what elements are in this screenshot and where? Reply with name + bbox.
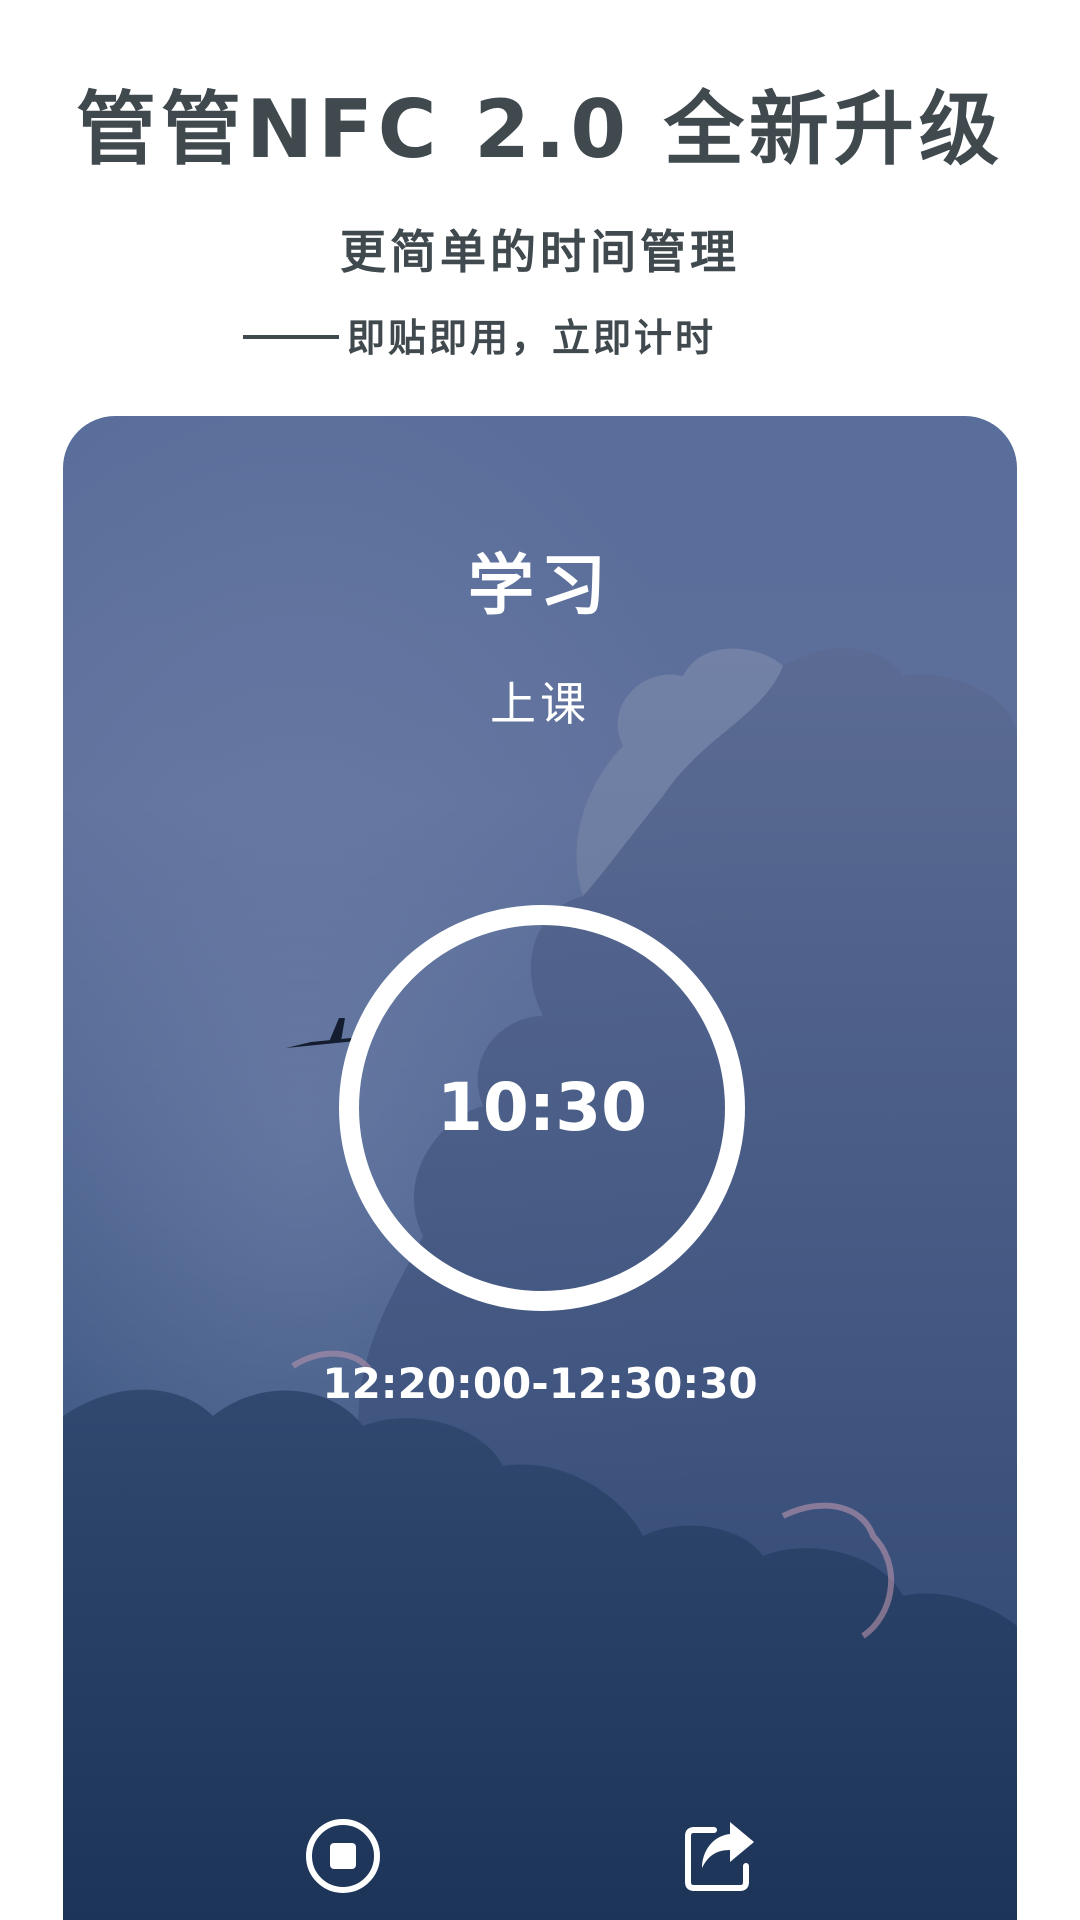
share-button[interactable]: 分享	[630, 1816, 810, 1920]
tagline-text: 即贴即用，立即计时	[347, 316, 717, 360]
tagline-dash	[243, 334, 339, 339]
activity-title: 学习	[468, 547, 612, 624]
activity-subtitle: 上课	[490, 677, 590, 731]
timer-display: 10:30	[436, 1069, 648, 1146]
promo-page: 管管NFC 2.0 全新升级 更简单的时间管理 即贴即用，立即计时 学习 上课 …	[0, 0, 1080, 1920]
stop-label: 结束	[253, 1916, 433, 1920]
promo-headline: 管管NFC 2.0 全新升级	[76, 83, 1004, 176]
share-label: 分享	[630, 1916, 810, 1920]
stop-icon	[306, 1819, 380, 1893]
promo-subhead: 更简单的时间管理	[340, 225, 740, 279]
timer-card: 学习 上课 10:30 12:20:00-12:30:30 结束 分享	[63, 416, 1017, 1920]
time-range: 12:20:00-12:30:30	[322, 1359, 758, 1408]
stop-button[interactable]: 结束	[253, 1816, 433, 1920]
share-icon	[685, 1822, 754, 1891]
promo-tagline: 即贴即用，立即计时	[243, 310, 716, 366]
